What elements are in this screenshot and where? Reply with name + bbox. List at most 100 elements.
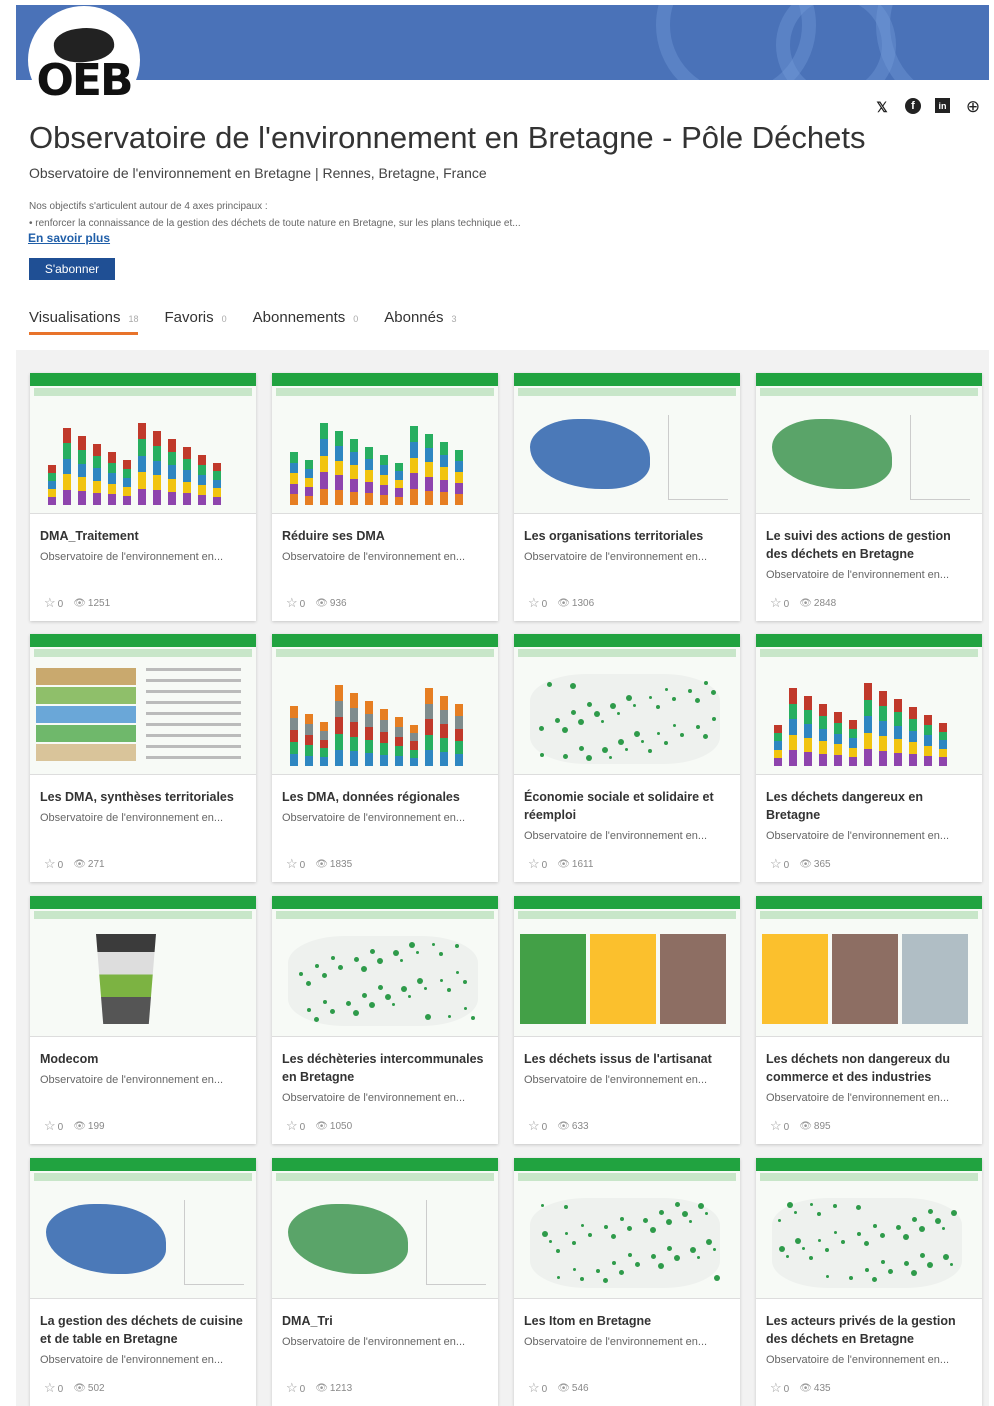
card-title[interactable]: Économie sociale et solidaire et réemplo… (524, 788, 732, 824)
card-author[interactable]: Observatoire de l'environnement en... (766, 1354, 976, 1366)
favorite-count[interactable]: ☆ 0 (528, 1118, 547, 1134)
card-author[interactable]: Observatoire de l'environnement en... (282, 812, 492, 824)
card-title[interactable]: Les déchets dangereux en Bretagne (766, 788, 974, 824)
visualization-thumbnail[interactable] (756, 1158, 982, 1299)
card-title[interactable]: Les acteurs privés de la gestion des déc… (766, 1312, 974, 1348)
visualization-thumbnail[interactable] (30, 634, 256, 775)
tab-abonnements[interactable]: Abonnements 0 (253, 309, 359, 335)
visualization-thumbnail[interactable] (756, 634, 982, 775)
star-icon[interactable]: ☆ (286, 595, 298, 610)
star-icon[interactable]: ☆ (528, 856, 540, 871)
visualization-card[interactable]: Les déchèteries intercommunales en Breta… (272, 896, 498, 1144)
visualization-thumbnail[interactable] (30, 896, 256, 1037)
read-more-link[interactable]: En savoir plus (28, 231, 110, 245)
favorite-count[interactable]: ☆ 0 (286, 1380, 305, 1396)
visualization-card[interactable]: Les déchets dangereux en Bretagne Observa… (756, 634, 982, 882)
visualization-thumbnail[interactable] (756, 896, 982, 1037)
favorite-count[interactable]: ☆ 0 (44, 1118, 63, 1134)
visualization-thumbnail[interactable] (514, 373, 740, 514)
card-title[interactable]: Les déchèteries intercommunales en Breta… (282, 1050, 490, 1086)
facebook-icon[interactable]: f (905, 98, 921, 114)
card-title[interactable]: Les déchets issus de l'artisanat (524, 1050, 732, 1068)
star-icon[interactable]: ☆ (528, 1380, 540, 1395)
visualization-card[interactable]: La gestion des déchets de cuisine et de … (30, 1158, 256, 1406)
visualization-card[interactable]: Les DMA, données régionales Observatoire … (272, 634, 498, 882)
card-title[interactable]: La gestion des déchets de cuisine et de … (40, 1312, 248, 1348)
visualization-card[interactable]: Les acteurs privés de la gestion des déc… (756, 1158, 982, 1406)
card-author[interactable]: Observatoire de l'environnement en... (524, 1336, 734, 1348)
card-title[interactable]: Modecom (40, 1050, 248, 1068)
visualization-card[interactable]: Réduire ses DMA Observatoire de l'environ… (272, 373, 498, 621)
favorite-count[interactable]: ☆ 0 (286, 595, 305, 611)
star-icon[interactable]: ☆ (770, 856, 782, 871)
favorite-count[interactable]: ☆ 0 (44, 856, 63, 872)
subscribe-button[interactable]: S'abonner (29, 258, 115, 280)
visualization-thumbnail[interactable] (272, 1158, 498, 1299)
visualization-thumbnail[interactable] (272, 634, 498, 775)
tab-visualisations[interactable]: Visualisations 18 (29, 309, 139, 335)
card-author[interactable]: Observatoire de l'environnement en... (40, 551, 250, 563)
visualization-thumbnail[interactable] (272, 373, 498, 514)
favorite-count[interactable]: ☆ 0 (528, 856, 547, 872)
visualization-card[interactable]: Les DMA, synthèses territoriales Observat… (30, 634, 256, 882)
favorite-count[interactable]: ☆ 0 (770, 1380, 789, 1396)
visualization-thumbnail[interactable] (30, 1158, 256, 1299)
star-icon[interactable]: ☆ (44, 1118, 56, 1133)
card-author[interactable]: Observatoire de l'environnement en... (40, 812, 250, 824)
visualization-card[interactable]: Le suivi des actions de gestion des déch… (756, 373, 982, 621)
visualization-card[interactable]: Les déchets non dangereux du commerce et… (756, 896, 982, 1144)
card-title[interactable]: Les Itom en Bretagne (524, 1312, 732, 1330)
website-globe-icon[interactable]: ⊕ (964, 97, 982, 116)
visualization-thumbnail[interactable] (514, 634, 740, 775)
star-icon[interactable]: ☆ (44, 1380, 56, 1395)
card-author[interactable]: Observatoire de l'environnement en... (524, 551, 734, 563)
visualization-card[interactable]: Économie sociale et solidaire et réemplo… (514, 634, 740, 882)
star-icon[interactable]: ☆ (44, 856, 56, 871)
card-title[interactable]: Les DMA, données régionales (282, 788, 490, 806)
card-title[interactable]: Les déchets non dangereux du commerce et… (766, 1050, 974, 1086)
card-author[interactable]: Observatoire de l'environnement en... (282, 551, 492, 563)
favorite-count[interactable]: ☆ 0 (770, 856, 789, 872)
visualization-thumbnail[interactable] (756, 373, 982, 514)
favorite-count[interactable]: ☆ 0 (286, 856, 305, 872)
favorite-count[interactable]: ☆ 0 (770, 595, 789, 611)
star-icon[interactable]: ☆ (770, 1118, 782, 1133)
favorite-count[interactable]: ☆ 0 (528, 595, 547, 611)
card-title[interactable]: Les DMA, synthèses territoriales (40, 788, 248, 806)
card-title[interactable]: Le suivi des actions de gestion des déch… (766, 527, 974, 563)
linkedin-icon[interactable]: in (935, 98, 950, 113)
star-icon[interactable]: ☆ (770, 595, 782, 610)
card-author[interactable]: Observatoire de l'environnement en... (40, 1354, 250, 1366)
favorite-count[interactable]: ☆ 0 (770, 1118, 789, 1134)
favorite-count[interactable]: ☆ 0 (528, 1380, 547, 1396)
visualization-thumbnail[interactable] (272, 896, 498, 1037)
visualization-card[interactable]: Les organisations territoriales Observato… (514, 373, 740, 621)
visualization-thumbnail[interactable] (514, 1158, 740, 1299)
card-title[interactable]: Les organisations territoriales (524, 527, 732, 545)
visualization-card[interactable]: DMA_Tri Observatoire de l'environnement e… (272, 1158, 498, 1406)
favorite-count[interactable]: ☆ 0 (44, 1380, 63, 1396)
star-icon[interactable]: ☆ (528, 1118, 540, 1133)
visualization-thumbnail[interactable] (514, 896, 740, 1037)
card-title[interactable]: DMA_Tri (282, 1312, 490, 1330)
card-title[interactable]: DMA_Traitement (40, 527, 248, 545)
twitter-icon[interactable]: 𝕏 (873, 98, 891, 116)
visualization-card[interactable]: DMA_Traitement Observatoire de l'environn… (30, 373, 256, 621)
card-author[interactable]: Observatoire de l'environnement en... (524, 1074, 734, 1086)
star-icon[interactable]: ☆ (44, 595, 56, 610)
card-author[interactable]: Observatoire de l'environnement en... (766, 1092, 976, 1104)
star-icon[interactable]: ☆ (286, 856, 298, 871)
card-title[interactable]: Réduire ses DMA (282, 527, 490, 545)
star-icon[interactable]: ☆ (528, 595, 540, 610)
card-author[interactable]: Observatoire de l'environnement en... (40, 1074, 250, 1086)
visualization-card[interactable]: Modecom Observatoire de l'environnement e… (30, 896, 256, 1144)
tab-abonnes[interactable]: Abonnés 3 (384, 309, 456, 335)
card-author[interactable]: Observatoire de l'environnement en... (766, 569, 976, 581)
visualization-card[interactable]: Les déchets issus de l'artisanat Observat… (514, 896, 740, 1144)
favorite-count[interactable]: ☆ 0 (44, 595, 63, 611)
star-icon[interactable]: ☆ (286, 1380, 298, 1395)
card-author[interactable]: Observatoire de l'environnement en... (766, 830, 976, 842)
favorite-count[interactable]: ☆ 0 (286, 1118, 305, 1134)
tab-favoris[interactable]: Favoris 0 (164, 309, 226, 335)
star-icon[interactable]: ☆ (770, 1380, 782, 1395)
